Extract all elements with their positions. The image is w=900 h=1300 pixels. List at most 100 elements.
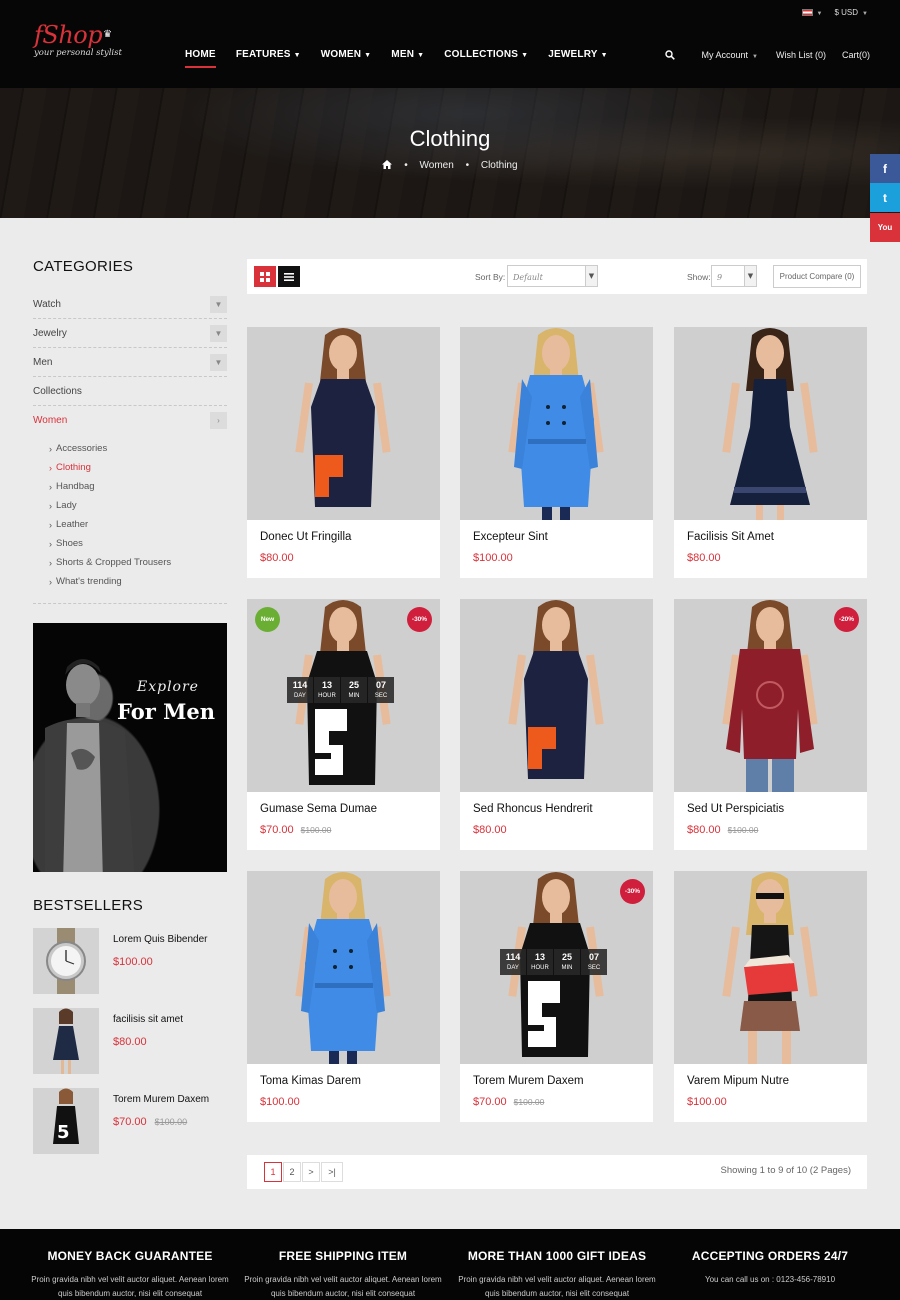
nav-jewelry[interactable]: JEWELRY ▼ [548,49,608,69]
subcategory-lady[interactable]: › Lady [49,496,227,515]
bestseller-image[interactable]: 5 [33,1088,99,1154]
category-watch[interactable]: Watch ▼ [33,290,227,319]
product-name[interactable]: Facilisis Sit Amet [687,531,774,543]
chevron-down-icon[interactable]: ▼ [210,353,227,371]
bestseller-name[interactable]: Torem Murem Daxem [113,1094,209,1105]
my-account-link[interactable]: My Account ▼ [701,50,757,60]
category-men[interactable]: Men ▼ [33,348,227,377]
product-image[interactable] [674,327,867,520]
subcategory-accessories[interactable]: › Accessories [49,439,227,458]
breadcrumb-clothing[interactable]: Clothing [481,160,518,171]
sort-select[interactable]: Default ▼ [507,265,598,287]
product-card[interactable]: Toma Kimas Darem $100.00 [247,871,440,1122]
subcategory-shorts[interactable]: › Shorts & Cropped Trousers [49,553,227,572]
subcategory-shoes[interactable]: › Shoes [49,534,227,553]
product-name[interactable]: Gumase Sema Dumae [260,803,377,815]
page-2-button[interactable]: 2 [283,1162,301,1182]
product-name[interactable]: Toma Kimas Darem [260,1075,361,1087]
bestseller-name[interactable]: facilisis sit amet [113,1014,183,1025]
product-card[interactable]: 114 DAY 13 HOUR 25 MIN 07 SEC New -30% Gumase Sema… [247,599,440,850]
breadcrumb-women[interactable]: Women [420,160,454,171]
countdown-unit: SEC [587,965,601,971]
watch-image [46,928,86,994]
subcategory-label: Accessories [56,443,108,454]
bestseller-item[interactable]: facilisis sit amet $80.00 [33,1008,227,1074]
list-view-button[interactable] [278,266,300,287]
grid-view-button[interactable] [254,266,276,287]
product-card[interactable]: -20% Sed Ut Perspiciatis $80.00 $100.00 [674,599,867,850]
category-jewelry[interactable]: Jewelry ▼ [33,319,227,348]
show-select[interactable]: 9 ▼ [711,265,757,287]
currency-selector[interactable]: $ USD ▼ [834,8,868,17]
product-name[interactable]: Sed Rhoncus Hendrerit [473,803,593,815]
product-image[interactable] [460,599,653,792]
subcategory-clothing[interactable]: › Clothing [49,458,227,477]
product-image[interactable] [460,327,653,520]
countdown-unit: HOUR [531,965,549,971]
facebook-icon: f [883,161,887,176]
category-label: Collections [33,385,82,397]
product-image[interactable] [674,871,867,1064]
product-name[interactable]: Sed Ut Perspiciatis [687,803,784,815]
product-name[interactable]: Donec Ut Fringilla [260,531,351,543]
product-card[interactable]: Facilisis Sit Amet $80.00 [674,327,867,578]
bestseller-name[interactable]: Lorem Quis Bibender [113,934,208,945]
next-page-button[interactable]: > [302,1162,320,1182]
countdown-cell: 07 SEC [581,949,607,975]
product-name[interactable]: Varem Mipum Nutre [687,1075,789,1087]
page-1-button[interactable]: 1 [264,1162,282,1182]
nav-label: COLLECTIONS [444,49,519,60]
subcategory-handbag[interactable]: › Handbag [49,477,227,496]
bestseller-image[interactable] [33,1008,99,1074]
product-image[interactable] [247,327,440,520]
product-name[interactable]: Excepteur Sint [473,531,548,543]
wish-list-link[interactable]: Wish List (0) [776,50,826,60]
cart-link[interactable]: Cart(0) [842,50,870,60]
countdown-value: 25 [348,680,359,690]
my-account-label: My Account [701,50,749,60]
product-image[interactable] [247,871,440,1064]
bestseller-image[interactable] [33,928,99,994]
promo-banner-men[interactable]: Explore For Men [33,623,227,872]
category-collections[interactable]: Collections [33,377,227,406]
grid-icon [260,271,270,282]
chevron-down-icon[interactable]: ▼ [210,324,227,342]
bestsellers-title: BESTSELLERS [33,897,144,914]
nav-features[interactable]: FEATURES ▼ [236,49,301,69]
search-icon[interactable] [665,50,676,60]
product-name[interactable]: Torem Murem Daxem [473,1075,584,1087]
logo[interactable]: fShop♛ your personal stylist [34,22,122,58]
category-women[interactable]: Women › [33,406,227,435]
youtube-button[interactable]: You [870,213,900,242]
subcategory-trending[interactable]: › What's trending [49,572,227,591]
facebook-button[interactable]: f [870,154,900,183]
nav-label: MEN [391,49,415,60]
countdown-cell: 25 MIN [554,949,580,975]
language-selector[interactable]: ▼ [801,8,822,17]
nav-men[interactable]: MEN ▼ [391,49,424,69]
twitter-button[interactable]: t [870,183,900,212]
product-card[interactable]: 114 DAY 13 HOUR 25 MIN 07 SEC -30% Torem Murem Da… [460,871,653,1122]
chevron-down-icon[interactable]: ▼ [210,295,227,313]
last-page-button[interactable]: >| [321,1162,343,1182]
product-card[interactable]: Varem Mipum Nutre $100.00 [674,871,867,1122]
product-card[interactable]: Excepteur Sint $100.00 [460,327,653,578]
product-card[interactable]: Sed Rhoncus Hendrerit $80.00 [460,599,653,850]
chevron-right-icon[interactable]: › [210,412,227,429]
bestseller-price: $70.00 $100.00 [113,1116,187,1128]
price-current: $80.00 [687,824,721,836]
nav-home[interactable]: HOME [185,49,216,69]
nav-women[interactable]: WOMEN ▼ [321,49,372,69]
subcategory-leather[interactable]: › Leather [49,515,227,534]
product-compare-button[interactable]: Product Compare (0) [773,265,861,288]
nav-collections[interactable]: COLLECTIONS ▼ [444,49,528,69]
product-price: $100.00 [260,1096,300,1108]
price-current: $100.00 [113,956,153,968]
bestseller-item[interactable]: 5 Torem Murem Daxem $70.00 $100.00 [33,1088,227,1154]
product-card[interactable]: Donec Ut Fringilla $80.00 [247,327,440,578]
footer-title: MONEY BACK GUARANTEE [47,1249,213,1263]
countdown-cell: 25 MIN [341,677,367,703]
bestseller-item[interactable]: Lorem Quis Bibender $100.00 [33,928,227,994]
home-icon[interactable] [382,160,393,169]
chevron-down-icon: ▼ [862,11,868,17]
